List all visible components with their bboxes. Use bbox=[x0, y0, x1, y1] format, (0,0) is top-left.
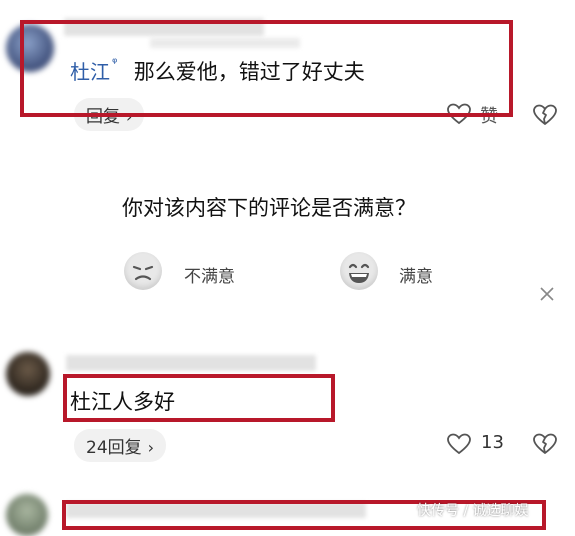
broken-heart-icon[interactable] bbox=[533, 433, 557, 455]
comment-text: 杜江人多好 bbox=[70, 390, 175, 414]
unsatisfied-face-icon[interactable] bbox=[124, 252, 162, 290]
satisfied-face-icon[interactable] bbox=[340, 252, 378, 290]
chevron-right-icon: › bbox=[147, 438, 155, 457]
chevron-right-icon: › bbox=[126, 107, 133, 126]
broken-heart-icon[interactable] bbox=[533, 104, 557, 126]
verified-tag-icon: ᵠ bbox=[112, 56, 118, 71]
satisfied-label[interactable]: 满意 bbox=[399, 262, 433, 287]
avatar[interactable] bbox=[6, 494, 48, 536]
watermark: 快传号 / 诚选聊娱 bbox=[417, 503, 529, 519]
reply-button[interactable]: 24回复 › bbox=[74, 429, 167, 462]
blurred-username bbox=[66, 502, 366, 518]
blurred-username bbox=[64, 18, 264, 36]
avatar[interactable] bbox=[6, 352, 50, 396]
heart-icon[interactable] bbox=[447, 433, 471, 455]
like-label[interactable]: 赞 bbox=[480, 102, 498, 128]
avatar[interactable] bbox=[6, 24, 54, 72]
reply-button[interactable]: 回复 › bbox=[74, 98, 145, 131]
heart-icon[interactable] bbox=[447, 103, 471, 125]
comment-body: 杜江 ᵠ 那么爱他，错过了好丈夫 bbox=[70, 56, 365, 86]
blurred-meta bbox=[150, 38, 300, 48]
comment-text: 那么爱他，错过了好丈夫 bbox=[133, 60, 365, 84]
unsatisfied-label[interactable]: 不满意 bbox=[184, 262, 235, 287]
blurred-username bbox=[66, 355, 316, 371]
survey-question: 你对该内容下的评论是否满意？ bbox=[122, 196, 416, 220]
mention-link[interactable]: 杜江 ᵠ bbox=[70, 56, 124, 84]
like-count: 13 bbox=[481, 432, 504, 453]
close-icon[interactable] bbox=[539, 286, 555, 302]
